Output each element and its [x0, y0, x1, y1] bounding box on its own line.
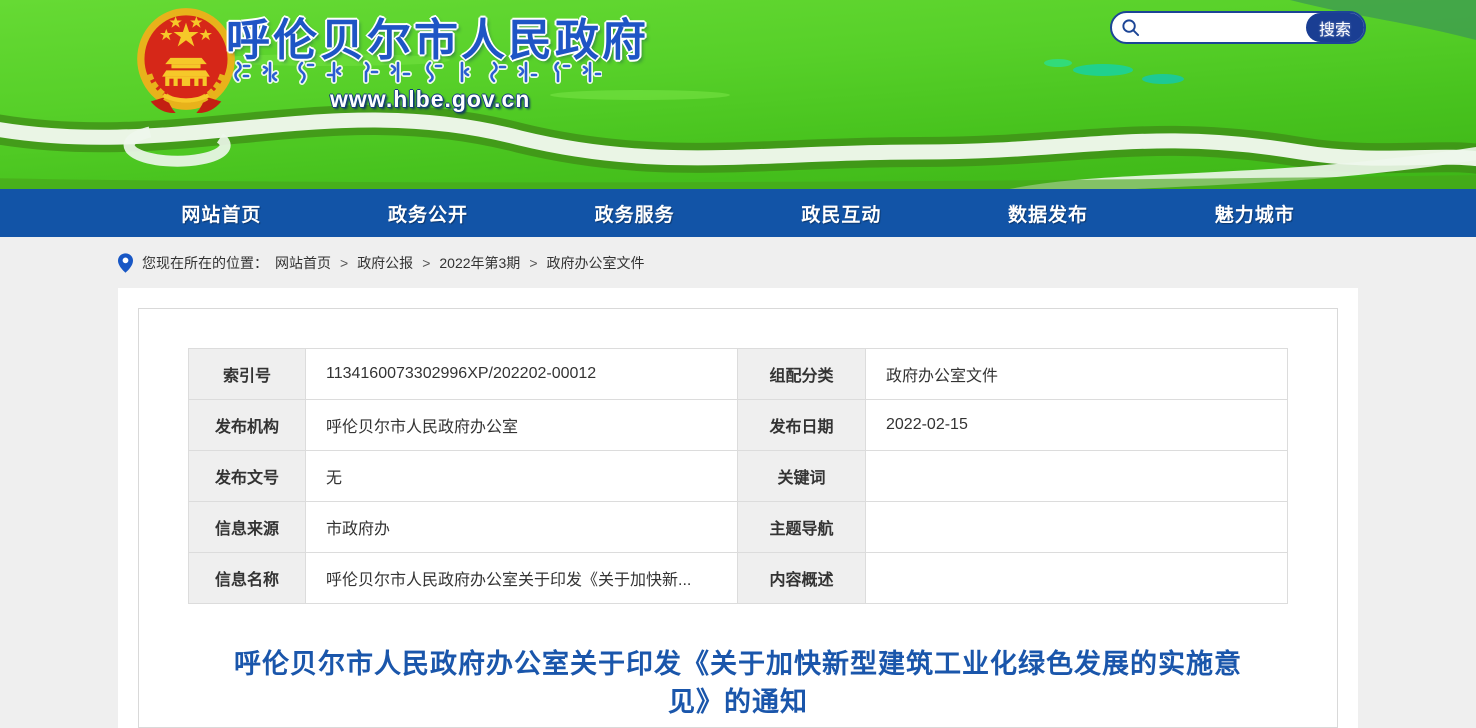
- meta-value-topicnav: [866, 502, 1288, 553]
- meta-value-summary: [866, 553, 1288, 604]
- meta-label-index: 索引号: [189, 349, 306, 400]
- search-button[interactable]: 搜索: [1306, 13, 1364, 42]
- main-nav: 网站首页 政务公开 政务服务 政民互动 数据发布 魅力城市: [0, 189, 1476, 237]
- table-row: 信息名称 呼伦贝尔市人民政府办公室关于印发《关于加快新... 内容概述: [189, 553, 1288, 604]
- metadata-table: 索引号 1134160073302996XP/202202-00012 组配分类…: [188, 348, 1288, 604]
- site-url: www.hlbe.gov.cn: [330, 86, 530, 113]
- meta-value-docnumber: 无: [306, 451, 738, 502]
- national-emblem-icon: [134, 6, 238, 114]
- search-input[interactable]: [1140, 13, 1306, 42]
- location-pin-icon: [118, 253, 133, 273]
- nav-item-disclosure[interactable]: 政务公开: [325, 189, 532, 237]
- breadcrumb-prefix: 您现在所在的位置：: [142, 253, 268, 273]
- table-row: 索引号 1134160073302996XP/202202-00012 组配分类…: [189, 349, 1288, 400]
- breadcrumb-separator: >: [338, 255, 350, 271]
- meta-label-topicnav: 主题导航: [738, 502, 866, 553]
- breadcrumb-link-gazette[interactable]: 政府公报: [357, 253, 413, 273]
- nav-item-city[interactable]: 魅力城市: [1151, 189, 1358, 237]
- meta-value-agency: 呼伦贝尔市人民政府办公室: [306, 400, 738, 451]
- table-row: 信息来源 市政府办 主题导航: [189, 502, 1288, 553]
- meta-label-docnumber: 发布文号: [189, 451, 306, 502]
- site-title[interactable]: 呼伦贝尔市人民政府: [226, 4, 649, 68]
- table-row: 发布机构 呼伦贝尔市人民政府办公室 发布日期 2022-02-15: [189, 400, 1288, 451]
- meta-value-infoname: 呼伦贝尔市人民政府办公室关于印发《关于加快新...: [306, 553, 738, 604]
- meta-label-source: 信息来源: [189, 502, 306, 553]
- breadcrumb-link-issue[interactable]: 2022年第3期: [439, 253, 520, 273]
- site-header: 呼伦贝尔市人民政府 www.hlbe.gov.cn: [0, 0, 1476, 189]
- nav-item-data[interactable]: 数据发布: [945, 189, 1152, 237]
- document-panel: 索引号 1134160073302996XP/202202-00012 组配分类…: [138, 308, 1338, 728]
- table-row: 发布文号 无 关键词: [189, 451, 1288, 502]
- breadcrumb-bar: 您现在所在的位置： 网站首页 > 政府公报 > 2022年第3期 > 政府办公室…: [0, 237, 1476, 288]
- content-card: 索引号 1134160073302996XP/202202-00012 组配分类…: [118, 288, 1358, 728]
- meta-label-summary: 内容概述: [738, 553, 866, 604]
- nav-item-home[interactable]: 网站首页: [118, 189, 325, 237]
- breadcrumb: 您现在所在的位置： 网站首页 > 政府公报 > 2022年第3期 > 政府办公室…: [118, 237, 1358, 288]
- breadcrumb-separator: >: [420, 255, 432, 271]
- meta-label-infoname: 信息名称: [189, 553, 306, 604]
- document-title: 呼伦贝尔市人民政府办公室关于印发《关于加快新型建筑工业化绿色发展的实施意见》的通…: [218, 645, 1258, 722]
- meta-label-agency: 发布机构: [189, 400, 306, 451]
- meta-label-pubdate: 发布日期: [738, 400, 866, 451]
- mongolian-script-icon: [230, 60, 602, 86]
- breadcrumb-link-home[interactable]: 网站首页: [275, 253, 331, 273]
- meta-value-category: 政府办公室文件: [866, 349, 1288, 400]
- search-icon: [1121, 18, 1140, 37]
- meta-value-source: 市政府办: [306, 502, 738, 553]
- meta-value-index: 1134160073302996XP/202202-00012: [306, 349, 738, 400]
- meta-label-category: 组配分类: [738, 349, 866, 400]
- meta-value-keywords: [866, 451, 1288, 502]
- breadcrumb-separator: >: [527, 255, 539, 271]
- breadcrumb-link-category[interactable]: 政府办公室文件: [547, 253, 645, 273]
- nav-item-services[interactable]: 政务服务: [531, 189, 738, 237]
- search-box: 搜索: [1110, 11, 1366, 44]
- meta-value-pubdate: 2022-02-15: [866, 400, 1288, 451]
- meta-label-keywords: 关键词: [738, 451, 866, 502]
- nav-item-interaction[interactable]: 政民互动: [738, 189, 945, 237]
